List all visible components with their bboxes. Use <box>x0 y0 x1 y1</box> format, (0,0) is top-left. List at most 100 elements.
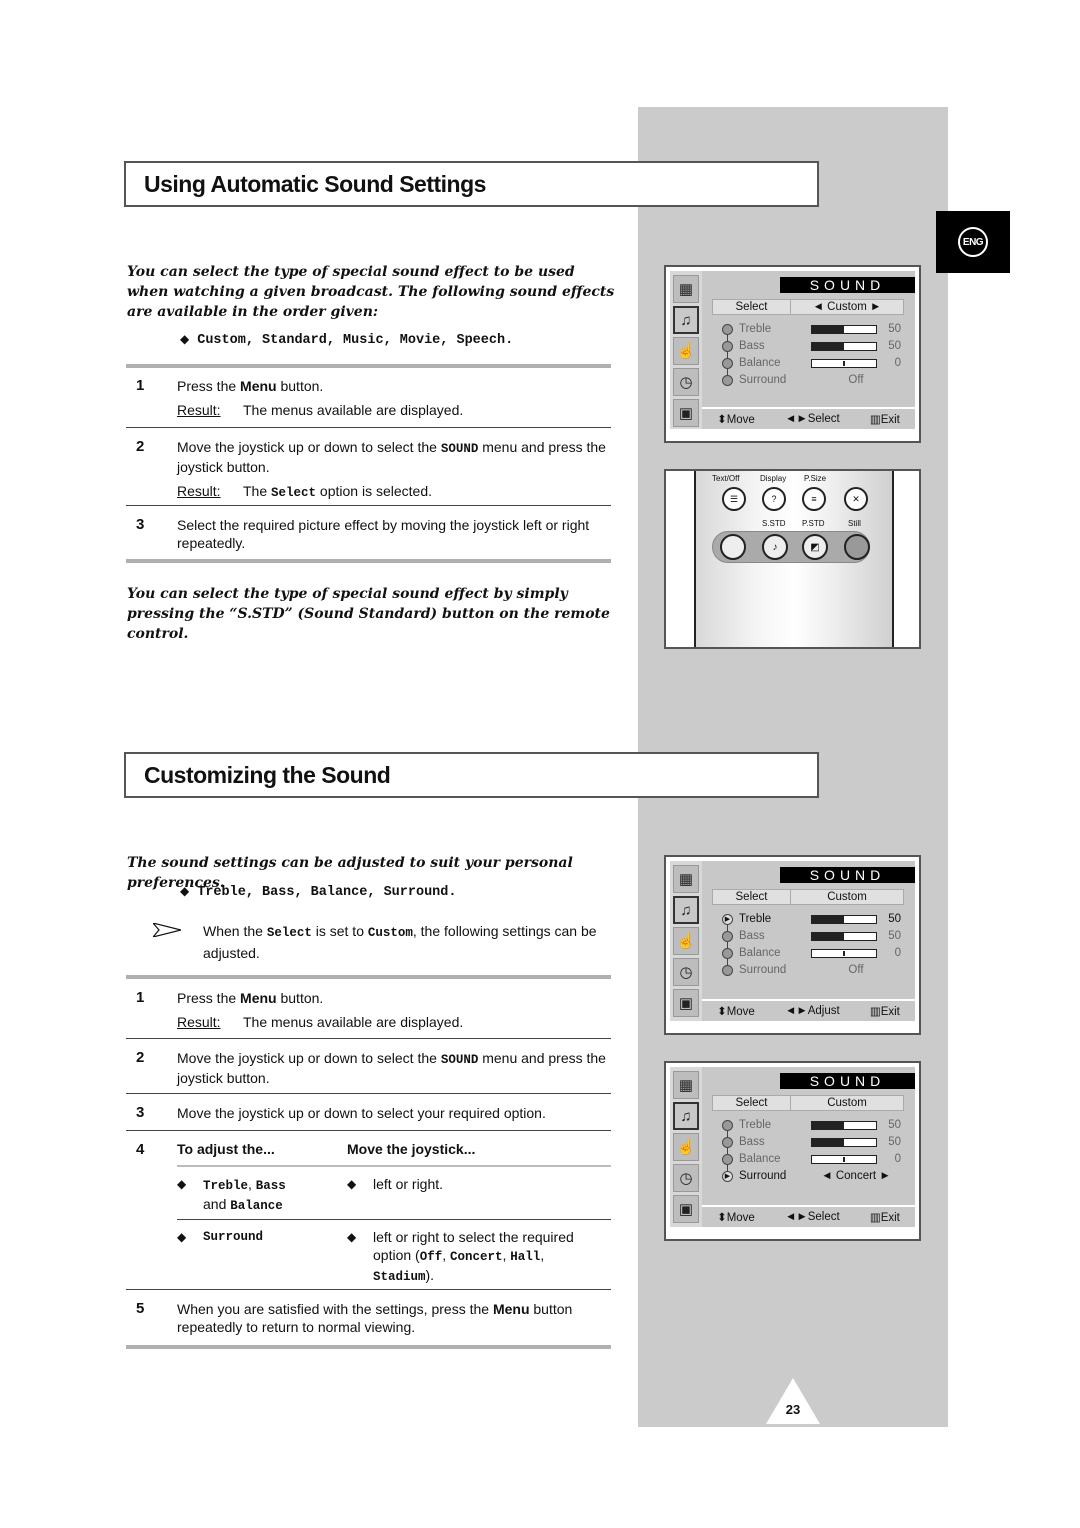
step-text: Move the joystick up or down to select t… <box>177 1050 441 1066</box>
setup-menu-icon[interactable]: ☝ <box>673 1133 699 1161</box>
timer-menu-icon[interactable]: ◷ <box>673 958 699 986</box>
timer-menu-icon[interactable]: ◷ <box>673 1164 699 1192</box>
col-header-joystick: Move the joystick... <box>347 1141 476 1157</box>
play-marker-icon: ▶ <box>722 1170 733 1182</box>
s2-step-3: 3 Move the joystick up or down to select… <box>136 1104 616 1122</box>
section1-outro: You can select the type of special sound… <box>127 586 610 642</box>
level-fill <box>812 1138 844 1146</box>
osd-row-balance[interactable]: Balance 0 <box>722 355 902 371</box>
row-value: 50 <box>888 913 901 925</box>
setup-menu-icon[interactable]: ☝ <box>673 927 699 955</box>
osd-row-treble[interactable]: ▶ Treble 50 <box>722 911 902 927</box>
select-label: Select <box>713 300 791 314</box>
row-value: ◄ Concert ► <box>821 1170 891 1182</box>
sstd-button[interactable]: ♪ <box>762 534 788 560</box>
psize-button[interactable]: ≡ <box>802 487 826 511</box>
osd-select-row[interactable]: Select ◄ Custom ► <box>712 299 904 315</box>
sound-menu-icon[interactable]: ♫ <box>673 1102 699 1130</box>
diamond-bullet-icon: ◆ <box>180 332 190 346</box>
s1-step-1: 1 Press the Menu button. Result: The menu… <box>136 377 616 419</box>
result-text: The menus available are displayed. <box>243 1014 464 1030</box>
osd-menu-icons: ▦ ♫ ☝ ◷ ▣ <box>670 271 702 429</box>
osd-row-surround[interactable]: ▶ Surround ◄ Concert ► <box>722 1168 902 1184</box>
level-bar[interactable] <box>811 324 877 334</box>
level-fill <box>812 1121 844 1129</box>
osd-row-surround[interactable]: Surround Off <box>722 372 902 388</box>
balance-bar[interactable] <box>811 1154 877 1164</box>
display-button[interactable]: ? <box>762 487 786 511</box>
timer-menu-icon[interactable]: ◷ <box>673 368 699 396</box>
effects-text: Custom, Standard, Music, Movie, Speech. <box>197 333 514 348</box>
osd-screen-2: ▦ ♫ ☝ ◷ ▣ SOUND Select Custom ▶ Treble 50 Bass 50 Bal… <box>664 855 921 1035</box>
osd-row-balance[interactable]: Balance 0 <box>722 945 902 961</box>
step-number: 5 <box>136 1300 145 1317</box>
osd-menu-icons: ▦ ♫ ☝ ◷ ▣ <box>670 1067 702 1227</box>
level-bar[interactable] <box>811 931 877 941</box>
row-label: Treble <box>739 323 772 335</box>
pstd-button[interactable]: ◩ <box>802 534 828 560</box>
row-label: Surround <box>739 1170 787 1182</box>
select-label: Select <box>713 1096 791 1110</box>
level-bar[interactable] <box>811 341 877 351</box>
osd-select-row[interactable]: Select Custom <box>712 1095 904 1111</box>
divider <box>177 1219 611 1220</box>
select-value: ◄ Custom ► <box>812 301 882 313</box>
osd-row-treble[interactable]: Treble 50 <box>722 321 902 337</box>
adjust-action-2: ◆ left or right to select the required o… <box>347 1229 574 1284</box>
row-value: 0 <box>894 357 901 369</box>
osd-row-bass[interactable]: Bass 50 <box>722 1134 902 1150</box>
language-tab: ENG <box>936 211 1010 273</box>
osd-menu-icons: ▦ ♫ ☝ ◷ ▣ <box>670 861 702 1021</box>
sound-menu-icon[interactable]: ♫ <box>673 896 699 924</box>
adjust-item-treble-bass-balance: ◆ Treble, Bass and Balance <box>177 1175 337 1215</box>
result-text: The <box>243 483 272 499</box>
picture-menu-icon[interactable]: ▦ <box>673 1071 699 1099</box>
sound-keyword: SOUND <box>440 442 479 456</box>
select-keyword: Select <box>266 926 312 940</box>
row-value: Off <box>848 374 864 386</box>
step-text: button. <box>276 378 324 394</box>
level-fill <box>812 342 844 350</box>
s2-step-5: 5 When you are satisfied with the settin… <box>136 1300 616 1336</box>
osd-row-balance[interactable]: Balance 0 <box>722 1151 902 1167</box>
row-value: 50 <box>888 1136 901 1148</box>
channel-menu-icon[interactable]: ▣ <box>673 1195 699 1223</box>
channel-menu-icon[interactable]: ▣ <box>673 989 699 1017</box>
level-bar[interactable] <box>811 1120 877 1130</box>
adjust-item-surround: ◆ Surround <box>177 1228 337 1246</box>
channel-menu-icon[interactable]: ▣ <box>673 399 699 427</box>
row-value: 50 <box>888 323 901 335</box>
step-number: 1 <box>136 989 145 1006</box>
footer-hint: ▥Exit <box>869 1006 900 1018</box>
osd-row-surround[interactable]: Surround Off <box>722 962 902 978</box>
still-button[interactable] <box>844 534 870 560</box>
step-number: 4 <box>136 1141 145 1158</box>
level-bar[interactable] <box>811 914 877 924</box>
exit-text-button[interactable]: ✕ <box>844 487 868 511</box>
picture-menu-icon[interactable]: ▦ <box>673 275 699 303</box>
row-label: Treble <box>739 1119 772 1131</box>
result-text: option is selected. <box>316 483 432 499</box>
section-title-automatic-sound: Using Automatic Sound Settings <box>124 161 819 207</box>
picture-menu-icon[interactable]: ▦ <box>673 865 699 893</box>
action-text: left or right. <box>373 1176 444 1192</box>
osd-row-bass[interactable]: Bass 50 <box>722 928 902 944</box>
level-bar[interactable] <box>811 1137 877 1147</box>
level-fill <box>812 915 844 923</box>
osd-row-bass[interactable]: Bass 50 <box>722 338 902 354</box>
blank-button[interactable] <box>720 534 746 560</box>
footer-hint: ◄►Select <box>784 413 840 425</box>
osd-select-row[interactable]: Select Custom <box>712 889 904 905</box>
osd-row-treble[interactable]: Treble 50 <box>722 1117 902 1133</box>
setup-menu-icon[interactable]: ☝ <box>673 337 699 365</box>
sound-menu-icon[interactable]: ♫ <box>673 306 699 334</box>
text-off-button[interactable]: ☰ <box>722 487 746 511</box>
level-fill <box>812 932 844 940</box>
balance-bar[interactable] <box>811 948 877 958</box>
balance-bar[interactable] <box>811 358 877 368</box>
balance-marker <box>843 360 845 366</box>
select-keyword: Select <box>271 486 317 500</box>
note-text: When the <box>203 923 267 939</box>
remote-label-psize: P.Size <box>804 474 827 483</box>
row-label: Treble <box>739 913 772 925</box>
